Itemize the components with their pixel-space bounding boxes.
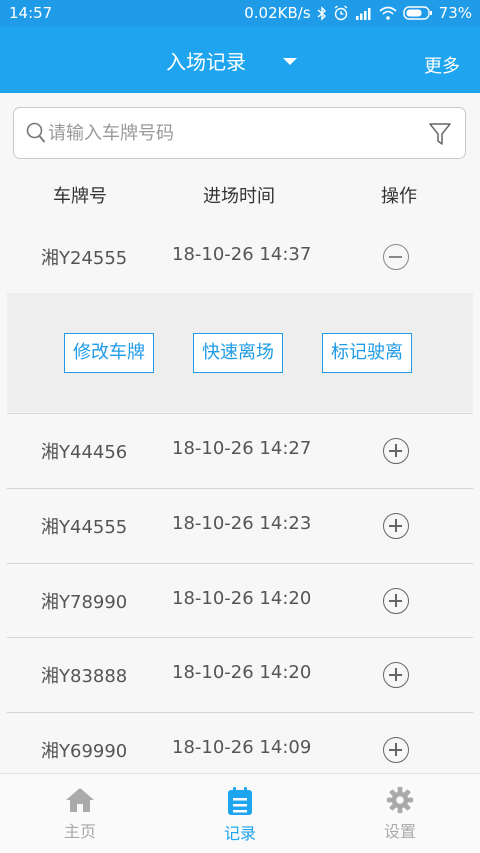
more-button[interactable]: 更多 <box>424 52 460 78</box>
collapse-icon[interactable] <box>383 244 409 270</box>
bluetooth-icon <box>317 5 326 21</box>
status-time: 14:57 <box>9 4 53 22</box>
quick-exit-button[interactable]: 快速离场 <box>193 333 283 373</box>
expand-icon[interactable] <box>383 438 409 464</box>
title-dropdown-icon[interactable] <box>283 58 297 65</box>
column-entry-time: 进场时间 <box>203 186 275 207</box>
app-header: 入场记录 更多 <box>0 26 480 93</box>
tab-settings-label: 设置 <box>383 822 416 841</box>
status-right: 0.02KB/s 73% <box>244 4 472 22</box>
tab-records-label: 记录 <box>223 824 256 843</box>
expand-icon[interactable] <box>383 662 409 688</box>
search-icon <box>26 122 46 143</box>
column-plate: 车牌号 <box>53 186 107 207</box>
search-box <box>13 107 466 159</box>
network-speed: 0.02KB/s <box>244 4 311 22</box>
filter-icon[interactable] <box>429 122 451 146</box>
row-plate: 湘Y69990 <box>41 741 128 762</box>
row-plate: 湘Y83888 <box>41 666 128 687</box>
table-row[interactable]: 湘Y83888 18-10-26 14:20 <box>0 640 480 714</box>
row-entry-time: 18-10-26 14:37 <box>172 244 312 265</box>
home-icon <box>66 788 94 812</box>
expand-icon[interactable] <box>383 737 409 763</box>
bottom-nav: 主页 记录 设置 <box>0 773 480 853</box>
status-bar: 14:57 0.02KB/s 73% <box>0 0 480 26</box>
signal-icon <box>355 7 371 20</box>
row-plate: 湘Y44456 <box>41 442 128 463</box>
table-row[interactable]: 湘Y44555 18-10-26 14:23 <box>0 491 480 565</box>
row-entry-time: 18-10-26 14:09 <box>172 737 312 758</box>
row-plate: 湘Y78990 <box>41 592 128 613</box>
mark-departed-button[interactable]: 标记驶离 <box>322 333 412 373</box>
table-header: 车牌号 进场时间 操作 <box>0 176 480 212</box>
wifi-icon <box>379 6 397 20</box>
row-divider <box>7 712 473 713</box>
row-plate: 湘Y24555 <box>41 248 128 269</box>
tab-home[interactable]: 主页 <box>40 786 120 842</box>
row-divider <box>7 637 473 638</box>
row-plate: 湘Y44555 <box>41 517 128 538</box>
row-entry-time: 18-10-26 14:27 <box>172 438 312 459</box>
column-operation: 操作 <box>381 186 417 207</box>
record-icon <box>228 787 252 815</box>
edit-plate-button[interactable]: 修改车牌 <box>64 333 154 373</box>
table-row[interactable]: 湘Y44456 18-10-26 14:27 <box>0 416 480 490</box>
gear-icon <box>386 786 414 814</box>
tab-records[interactable]: 记录 <box>200 786 280 844</box>
table-row[interactable]: 湘Y78990 18-10-26 14:20 <box>0 566 480 640</box>
alarm-icon <box>334 5 348 21</box>
battery-icon <box>402 6 432 20</box>
battery-level: 73% <box>438 4 472 22</box>
row-entry-time: 18-10-26 14:20 <box>172 662 312 683</box>
expand-icon[interactable] <box>383 588 409 614</box>
row-divider <box>7 488 473 489</box>
row-action-panel: 修改车牌 快速离场 标记驶离 <box>7 293 473 412</box>
tab-home-label: 主页 <box>63 822 96 841</box>
row-divider <box>7 413 473 414</box>
table-row[interactable]: 湘Y24555 18-10-26 14:37 <box>0 222 480 296</box>
plate-search-input[interactable] <box>48 120 408 146</box>
page-title[interactable]: 入场记录 <box>166 46 246 75</box>
row-entry-time: 18-10-26 14:23 <box>172 513 312 534</box>
row-divider <box>7 563 473 564</box>
row-entry-time: 18-10-26 14:20 <box>172 588 312 609</box>
tab-settings[interactable]: 设置 <box>360 786 440 842</box>
expand-icon[interactable] <box>383 513 409 539</box>
